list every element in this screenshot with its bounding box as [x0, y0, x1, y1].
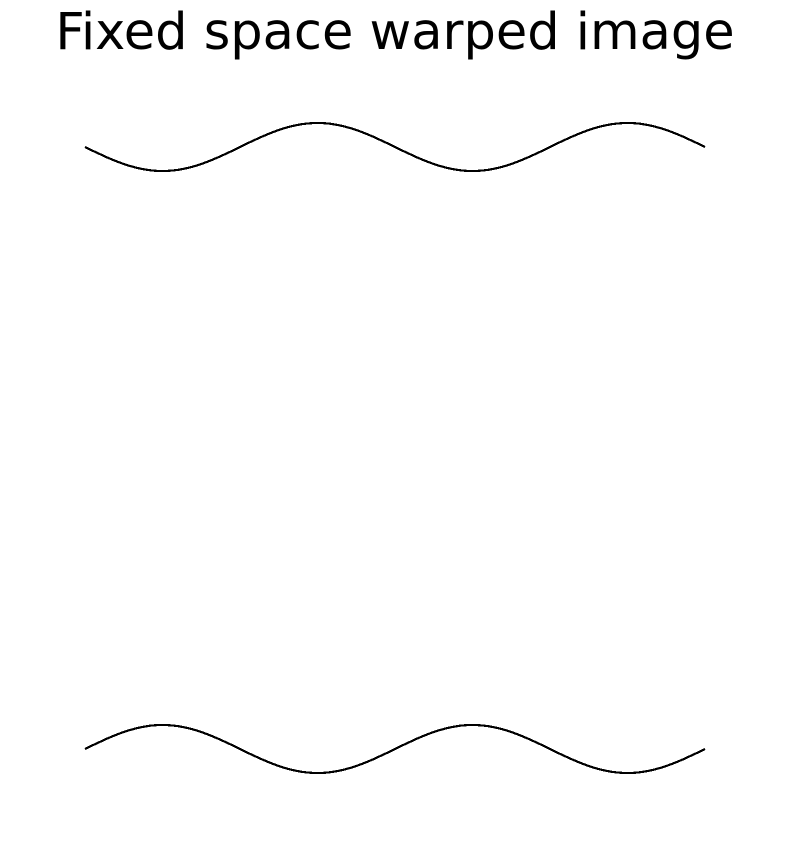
- warped-image: [84, 80, 706, 800]
- image-background: [85, 80, 705, 800]
